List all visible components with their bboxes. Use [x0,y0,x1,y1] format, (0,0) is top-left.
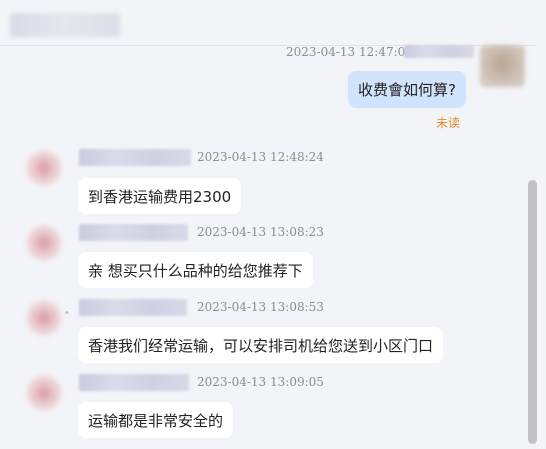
self-avatar[interactable] [480,45,525,87]
self-message-bubble[interactable]: 收费會如何算? [348,71,466,108]
message-bubble[interactable]: 香港我们经常运输，可以安排司机给您送到小区门口 [78,327,444,363]
indicator-mark: • [64,308,70,319]
message-timestamp: 2023-04-13 13:09:05 [197,375,324,389]
message-timestamp: 2023-04-13 13:08:53 [197,300,324,314]
sender-avatar[interactable] [26,225,62,261]
sender-avatar[interactable] [26,375,62,411]
unread-status: 未读 [436,116,461,130]
conversation-title-blurred [10,13,120,37]
self-message-timestamp: 2023-04-13 12:47:09 [286,45,413,59]
sender-name-blurred [79,299,187,316]
sender-avatar[interactable] [26,300,62,336]
self-sender-name-blurred [404,45,474,58]
message-timestamp: 2023-04-13 12:48:24 [197,150,324,164]
message-timestamp: 2023-04-13 13:08:23 [197,225,324,239]
sender-name-blurred [79,149,191,166]
message-bubble[interactable]: 运输都是非常安全的 [78,402,234,438]
sender-avatar[interactable] [26,150,62,186]
sender-name-blurred [79,224,188,241]
scrollbar-thumb[interactable] [528,180,537,444]
sender-name-blurred [79,374,189,391]
message-bubble[interactable]: 亲 想买只什么品种的给您推荐下 [78,252,313,288]
message-bubble[interactable]: 到香港运输费用2300 [78,178,242,214]
